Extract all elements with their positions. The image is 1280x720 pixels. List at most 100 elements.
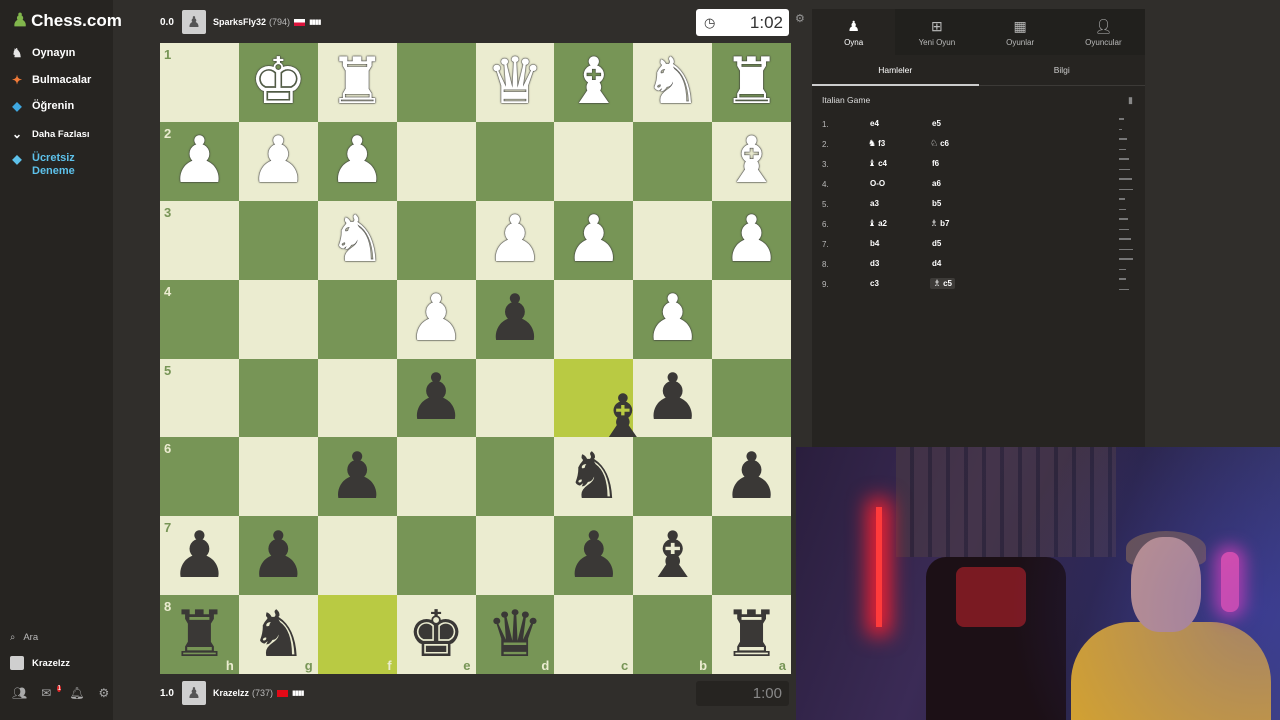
white-move[interactable]: a3 [868,199,930,209]
black-rook-piece[interactable]: ♜ [723,603,780,667]
white-pawn-piece[interactable]: ♟ [486,208,543,272]
tab-players[interactable]: 👤︎ Oyuncular [1062,9,1145,55]
messages-icon[interactable]: ✉ 1 [41,685,62,701]
board-square[interactable]: 5 [160,358,239,438]
board-square[interactable]: 4 [160,279,239,359]
board-square[interactable] [396,437,476,517]
white-rook-piece[interactable]: ♜ [329,50,386,114]
board-square[interactable]: ♝ [633,516,713,596]
black-pawn-piece[interactable]: ♟ [723,445,780,509]
board-square[interactable] [554,121,634,201]
board-square[interactable]: ♟ [317,437,397,517]
board-square[interactable] [475,121,555,201]
board-square[interactable] [238,200,318,280]
book-icon[interactable]: ▮ [1128,95,1133,106]
white-bishop-piece[interactable]: ♝ [565,50,622,114]
board-square[interactable]: c [554,595,634,674]
board-square[interactable] [712,516,791,596]
white-knight-piece[interactable]: ♞ [329,208,386,272]
black-pawn-piece[interactable]: ♟ [644,366,701,430]
black-pawn-piece[interactable]: ♟ [565,524,622,588]
white-knight-piece[interactable]: ♞ [644,50,701,114]
sidebar-item-play[interactable]: ♞ Oynayın [10,46,76,60]
white-pawn-piece[interactable]: ♟ [644,287,701,351]
board-square[interactable]: e ♚ [396,595,476,674]
board-square[interactable]: ♟ [238,121,318,201]
board-square[interactable]: f [317,595,397,674]
board-square[interactable] [317,279,397,359]
black-pawn-piece[interactable]: ♟ [171,524,228,588]
board-square[interactable]: 2 ♟ [160,121,239,201]
search-button[interactable]: ⌕ Ara [10,632,38,643]
board-square[interactable] [475,516,555,596]
sidebar-item-more[interactable]: ⌄ Daha Fazlası [10,127,90,141]
white-pawn-piece[interactable]: ♟ [329,129,386,193]
board-square[interactable] [317,358,397,438]
bottom-player-avatar[interactable]: ♟ [182,681,206,705]
board-square[interactable] [712,358,791,438]
board-square[interactable]: 8 h ♜ [160,595,239,674]
tab-new-game[interactable]: ⊞ Yeni Oyun [895,9,978,55]
board-square[interactable]: g ♞ [238,595,318,674]
white-pawn-piece[interactable]: ♟ [565,208,622,272]
tab-games[interactable]: ▦ Oyunlar [979,9,1062,55]
top-player-avatar[interactable]: ♟ [182,10,206,34]
black-move[interactable]: ♗ c5 [930,278,992,289]
board-square[interactable] [238,279,318,359]
bell-icon[interactable]: 🔔︎ [69,686,84,701]
black-move[interactable]: ♘ c6 [930,139,992,149]
board-square[interactable]: ♟ [238,516,318,596]
white-move[interactable]: d3 [868,259,930,269]
black-move[interactable]: e5 [930,119,992,129]
friends-icon[interactable]: 👥︎ [12,686,27,701]
bottom-player-name[interactable]: Krazelzz [213,688,249,698]
black-move[interactable]: d4 [930,259,992,269]
subtab-moves[interactable]: Hamleler [812,55,979,86]
board-square[interactable] [633,200,713,280]
black-rook-piece[interactable]: ♜ [171,603,228,667]
gear-icon[interactable]: ⚙ [98,686,109,701]
white-queen-piece[interactable]: ♛ [486,50,543,114]
black-knight-piece[interactable]: ♞ [565,445,622,509]
board-square[interactable]: a ♜ [712,595,791,674]
board-square[interactable]: b [633,595,713,674]
black-move[interactable]: a6 [930,179,992,189]
black-move[interactable]: f6 [930,159,992,169]
black-move[interactable]: d5 [930,239,992,249]
board-square[interactable]: ♚ [238,43,318,122]
black-pawn-piece[interactable]: ♟ [407,366,464,430]
board-square[interactable] [238,437,318,517]
board-square[interactable]: ♛ [475,43,555,122]
board-square[interactable]: ♟ [554,200,634,280]
black-bishop-piece[interactable]: ♝ [644,524,701,588]
black-pawn-piece[interactable]: ♟ [250,524,307,588]
white-move[interactable]: ♝ a2 [868,219,930,229]
chess-board[interactable]: 1 ♚ ♜ ♛ ♝ ♞ ♜ 2 ♟ ♟ ♟ ♝ 3 ♞ ♟ ♟ ♟ 4 ♟ ♟ ♟ 5 ♟ ♟ 6 ♟ ♞ ♟ 7 ♟ ♟ ♟ ♝ 8 h ♜ g ♞ f e… [160,43,791,674]
dragged-bishop-piece[interactable]: ♝ [596,382,650,452]
board-square[interactable]: ♟ [712,437,791,517]
white-pawn-piece[interactable]: ♟ [407,287,464,351]
user-profile-link[interactable]: Krazelzz [10,656,70,670]
sidebar-item-learn[interactable]: ◆ Öğrenin [10,99,74,113]
board-square[interactable] [712,279,791,359]
white-move[interactable]: O-O [868,179,930,189]
black-king-piece[interactable]: ♚ [407,603,464,667]
white-bishop-piece[interactable]: ♝ [723,129,780,193]
white-move[interactable]: ♝ c4 [868,159,930,169]
board-square[interactable]: 7 ♟ [160,516,239,596]
board-square[interactable]: ♟ [396,279,476,359]
board-square[interactable]: ♟ [475,279,555,359]
board-square[interactable] [396,43,476,122]
sidebar-item-puzzles[interactable]: ✦ Bulmacalar [10,73,91,87]
board-square[interactable]: ♝ [712,121,791,201]
black-pawn-piece[interactable]: ♟ [486,287,543,351]
board-square[interactable] [396,200,476,280]
board-square[interactable]: ♟ [475,200,555,280]
board-square[interactable]: ♟ [317,121,397,201]
opening-name[interactable]: Italian Game [822,95,870,105]
board-square[interactable]: 1 [160,43,239,122]
board-square[interactable] [396,121,476,201]
white-pawn-piece[interactable]: ♟ [171,129,228,193]
black-move[interactable]: ♗ b7 [930,219,992,229]
white-pawn-piece[interactable]: ♟ [250,129,307,193]
